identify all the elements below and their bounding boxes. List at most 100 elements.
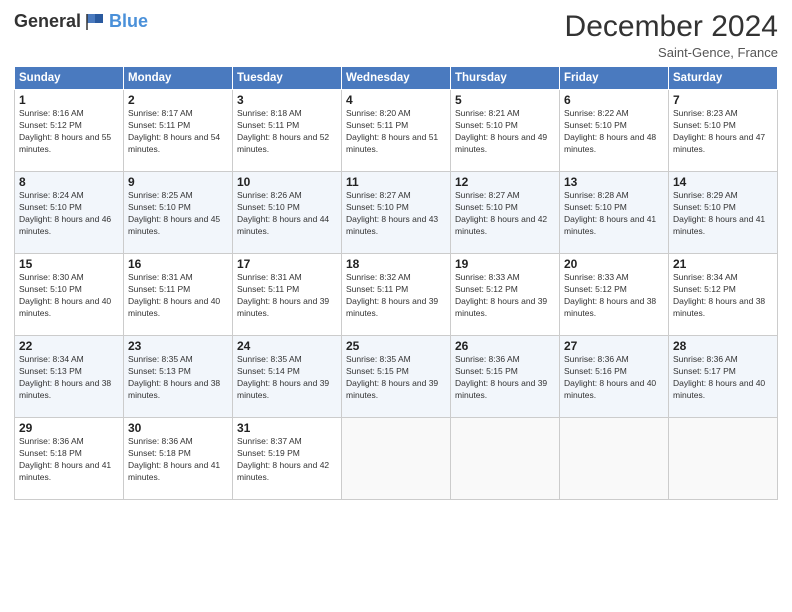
calendar-cell: 25Sunrise: 8:35 AM Sunset: 5:15 PM Dayli… bbox=[342, 336, 451, 418]
calendar-cell: 10Sunrise: 8:26 AM Sunset: 5:10 PM Dayli… bbox=[233, 172, 342, 254]
logo-blue-text: Blue bbox=[109, 11, 148, 32]
day-info: Sunrise: 8:34 AM Sunset: 5:13 PM Dayligh… bbox=[19, 354, 119, 402]
col-monday: Monday bbox=[124, 67, 233, 90]
calendar-cell bbox=[560, 418, 669, 500]
calendar-cell: 21Sunrise: 8:34 AM Sunset: 5:12 PM Dayli… bbox=[669, 254, 778, 336]
day-info: Sunrise: 8:34 AM Sunset: 5:12 PM Dayligh… bbox=[673, 272, 773, 320]
day-info: Sunrise: 8:36 AM Sunset: 5:18 PM Dayligh… bbox=[19, 436, 119, 484]
calendar-cell: 23Sunrise: 8:35 AM Sunset: 5:13 PM Dayli… bbox=[124, 336, 233, 418]
header-row: Sunday Monday Tuesday Wednesday Thursday… bbox=[15, 67, 778, 90]
calendar-cell bbox=[342, 418, 451, 500]
calendar-cell: 12Sunrise: 8:27 AM Sunset: 5:10 PM Dayli… bbox=[451, 172, 560, 254]
title-block: December 2024 Saint-Gence, France bbox=[565, 10, 778, 60]
day-number: 18 bbox=[346, 257, 446, 271]
day-info: Sunrise: 8:36 AM Sunset: 5:17 PM Dayligh… bbox=[673, 354, 773, 402]
col-saturday: Saturday bbox=[669, 67, 778, 90]
day-info: Sunrise: 8:24 AM Sunset: 5:10 PM Dayligh… bbox=[19, 190, 119, 238]
day-info: Sunrise: 8:21 AM Sunset: 5:10 PM Dayligh… bbox=[455, 108, 555, 156]
calendar-cell: 18Sunrise: 8:32 AM Sunset: 5:11 PM Dayli… bbox=[342, 254, 451, 336]
col-friday: Friday bbox=[560, 67, 669, 90]
month-title: December 2024 bbox=[565, 10, 778, 43]
calendar-cell: 13Sunrise: 8:28 AM Sunset: 5:10 PM Dayli… bbox=[560, 172, 669, 254]
day-info: Sunrise: 8:27 AM Sunset: 5:10 PM Dayligh… bbox=[346, 190, 446, 238]
day-info: Sunrise: 8:31 AM Sunset: 5:11 PM Dayligh… bbox=[128, 272, 228, 320]
day-info: Sunrise: 8:32 AM Sunset: 5:11 PM Dayligh… bbox=[346, 272, 446, 320]
day-number: 5 bbox=[455, 93, 555, 107]
location: Saint-Gence, France bbox=[565, 45, 778, 60]
day-number: 11 bbox=[346, 175, 446, 189]
day-number: 7 bbox=[673, 93, 773, 107]
day-number: 16 bbox=[128, 257, 228, 271]
day-number: 14 bbox=[673, 175, 773, 189]
calendar-cell bbox=[451, 418, 560, 500]
day-info: Sunrise: 8:26 AM Sunset: 5:10 PM Dayligh… bbox=[237, 190, 337, 238]
calendar-table: Sunday Monday Tuesday Wednesday Thursday… bbox=[14, 66, 778, 500]
day-info: Sunrise: 8:18 AM Sunset: 5:11 PM Dayligh… bbox=[237, 108, 337, 156]
day-number: 21 bbox=[673, 257, 773, 271]
logo: General Blue bbox=[14, 10, 148, 32]
calendar-cell: 26Sunrise: 8:36 AM Sunset: 5:15 PM Dayli… bbox=[451, 336, 560, 418]
calendar-cell: 2Sunrise: 8:17 AM Sunset: 5:11 PM Daylig… bbox=[124, 90, 233, 172]
week-row: 29Sunrise: 8:36 AM Sunset: 5:18 PM Dayli… bbox=[15, 418, 778, 500]
day-number: 10 bbox=[237, 175, 337, 189]
day-number: 17 bbox=[237, 257, 337, 271]
day-number: 19 bbox=[455, 257, 555, 271]
day-number: 20 bbox=[564, 257, 664, 271]
day-info: Sunrise: 8:33 AM Sunset: 5:12 PM Dayligh… bbox=[455, 272, 555, 320]
col-sunday: Sunday bbox=[15, 67, 124, 90]
calendar-cell: 15Sunrise: 8:30 AM Sunset: 5:10 PM Dayli… bbox=[15, 254, 124, 336]
calendar-cell: 30Sunrise: 8:36 AM Sunset: 5:18 PM Dayli… bbox=[124, 418, 233, 500]
calendar-cell: 1Sunrise: 8:16 AM Sunset: 5:12 PM Daylig… bbox=[15, 90, 124, 172]
day-number: 28 bbox=[673, 339, 773, 353]
day-info: Sunrise: 8:28 AM Sunset: 5:10 PM Dayligh… bbox=[564, 190, 664, 238]
day-number: 31 bbox=[237, 421, 337, 435]
calendar-cell: 20Sunrise: 8:33 AM Sunset: 5:12 PM Dayli… bbox=[560, 254, 669, 336]
day-info: Sunrise: 8:35 AM Sunset: 5:14 PM Dayligh… bbox=[237, 354, 337, 402]
logo-general-text: General bbox=[14, 11, 81, 32]
day-info: Sunrise: 8:17 AM Sunset: 5:11 PM Dayligh… bbox=[128, 108, 228, 156]
calendar-cell: 14Sunrise: 8:29 AM Sunset: 5:10 PM Dayli… bbox=[669, 172, 778, 254]
calendar-cell: 6Sunrise: 8:22 AM Sunset: 5:10 PM Daylig… bbox=[560, 90, 669, 172]
col-wednesday: Wednesday bbox=[342, 67, 451, 90]
day-number: 29 bbox=[19, 421, 119, 435]
day-number: 25 bbox=[346, 339, 446, 353]
header: General Blue December 2024 Saint-Gence, … bbox=[14, 10, 778, 60]
calendar-cell bbox=[669, 418, 778, 500]
week-row: 22Sunrise: 8:34 AM Sunset: 5:13 PM Dayli… bbox=[15, 336, 778, 418]
calendar-cell: 5Sunrise: 8:21 AM Sunset: 5:10 PM Daylig… bbox=[451, 90, 560, 172]
day-number: 8 bbox=[19, 175, 119, 189]
day-number: 27 bbox=[564, 339, 664, 353]
week-row: 15Sunrise: 8:30 AM Sunset: 5:10 PM Dayli… bbox=[15, 254, 778, 336]
day-info: Sunrise: 8:31 AM Sunset: 5:11 PM Dayligh… bbox=[237, 272, 337, 320]
calendar-cell: 22Sunrise: 8:34 AM Sunset: 5:13 PM Dayli… bbox=[15, 336, 124, 418]
day-info: Sunrise: 8:36 AM Sunset: 5:16 PM Dayligh… bbox=[564, 354, 664, 402]
day-info: Sunrise: 8:30 AM Sunset: 5:10 PM Dayligh… bbox=[19, 272, 119, 320]
day-info: Sunrise: 8:22 AM Sunset: 5:10 PM Dayligh… bbox=[564, 108, 664, 156]
day-info: Sunrise: 8:16 AM Sunset: 5:12 PM Dayligh… bbox=[19, 108, 119, 156]
calendar-cell: 28Sunrise: 8:36 AM Sunset: 5:17 PM Dayli… bbox=[669, 336, 778, 418]
day-number: 3 bbox=[237, 93, 337, 107]
week-row: 1Sunrise: 8:16 AM Sunset: 5:12 PM Daylig… bbox=[15, 90, 778, 172]
calendar-cell: 31Sunrise: 8:37 AM Sunset: 5:19 PM Dayli… bbox=[233, 418, 342, 500]
day-number: 15 bbox=[19, 257, 119, 271]
day-info: Sunrise: 8:36 AM Sunset: 5:18 PM Dayligh… bbox=[128, 436, 228, 484]
day-number: 6 bbox=[564, 93, 664, 107]
day-info: Sunrise: 8:36 AM Sunset: 5:15 PM Dayligh… bbox=[455, 354, 555, 402]
day-number: 12 bbox=[455, 175, 555, 189]
day-info: Sunrise: 8:20 AM Sunset: 5:11 PM Dayligh… bbox=[346, 108, 446, 156]
calendar-cell: 16Sunrise: 8:31 AM Sunset: 5:11 PM Dayli… bbox=[124, 254, 233, 336]
calendar-cell: 4Sunrise: 8:20 AM Sunset: 5:11 PM Daylig… bbox=[342, 90, 451, 172]
col-thursday: Thursday bbox=[451, 67, 560, 90]
calendar-cell: 3Sunrise: 8:18 AM Sunset: 5:11 PM Daylig… bbox=[233, 90, 342, 172]
day-number: 13 bbox=[564, 175, 664, 189]
day-info: Sunrise: 8:23 AM Sunset: 5:10 PM Dayligh… bbox=[673, 108, 773, 156]
page: General Blue December 2024 Saint-Gence, … bbox=[0, 0, 792, 612]
col-tuesday: Tuesday bbox=[233, 67, 342, 90]
day-number: 4 bbox=[346, 93, 446, 107]
day-number: 1 bbox=[19, 93, 119, 107]
calendar-cell: 7Sunrise: 8:23 AM Sunset: 5:10 PM Daylig… bbox=[669, 90, 778, 172]
calendar-cell: 19Sunrise: 8:33 AM Sunset: 5:12 PM Dayli… bbox=[451, 254, 560, 336]
day-info: Sunrise: 8:37 AM Sunset: 5:19 PM Dayligh… bbox=[237, 436, 337, 484]
calendar-cell: 24Sunrise: 8:35 AM Sunset: 5:14 PM Dayli… bbox=[233, 336, 342, 418]
calendar-cell: 27Sunrise: 8:36 AM Sunset: 5:16 PM Dayli… bbox=[560, 336, 669, 418]
